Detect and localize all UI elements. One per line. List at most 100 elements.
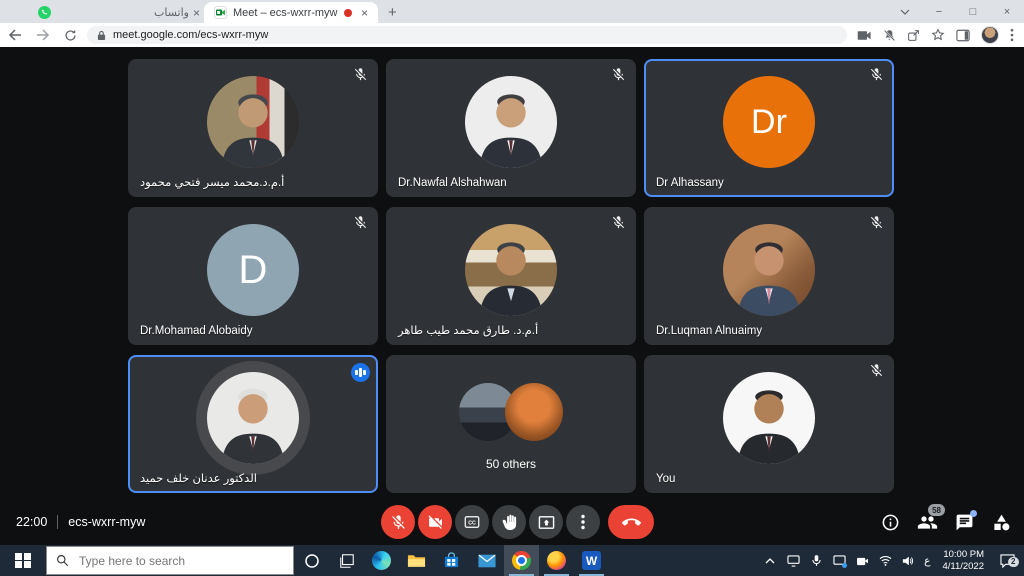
mic-muted-icon xyxy=(611,67,626,82)
action-center-button[interactable]: 2 xyxy=(996,553,1019,568)
notification-count-badge: 2 xyxy=(1007,556,1019,567)
tab-meet[interactable]: Meet – ecs-wxrr-myw × xyxy=(204,2,378,23)
firefox-icon xyxy=(547,551,566,570)
activities-button[interactable] xyxy=(990,511,1012,533)
back-button[interactable] xyxy=(8,29,22,41)
meet-main: أ.م.د.محمد ميسر فتحي محمود Dr.Nawfal Als… xyxy=(0,47,1024,545)
overflow-count-label: 50 others xyxy=(485,457,537,471)
minimize-button[interactable]: − xyxy=(922,6,956,18)
screen-share-icon[interactable] xyxy=(832,554,848,568)
participant-tile[interactable]: أ.م.د. طارق محمد طيب طاهر xyxy=(386,207,636,345)
leave-call-button[interactable] xyxy=(608,505,654,539)
close-tab-icon[interactable]: × xyxy=(189,7,204,19)
edge-icon xyxy=(372,551,391,570)
meet-controls-bar: 22:00 ecs-wxrr-myw CC 58 xyxy=(0,499,1024,545)
chat-button[interactable] xyxy=(953,510,977,533)
profile-avatar[interactable] xyxy=(981,26,999,44)
avatar xyxy=(465,224,557,317)
close-window-button[interactable]: × xyxy=(990,6,1024,18)
overflow-tile[interactable]: 50 others xyxy=(386,355,636,493)
meeting-details-button[interactable] xyxy=(879,511,901,533)
display-icon[interactable] xyxy=(786,554,800,568)
participant-name: You xyxy=(656,473,676,485)
browser-menu-icon[interactable] xyxy=(1010,28,1014,42)
desktop: واتساب × Meet – ecs-wxrr-myw × + − □ × m… xyxy=(0,0,1024,576)
taskbar-clock[interactable]: 10:00 PM 4/11/2022 xyxy=(942,549,984,573)
self-tile[interactable]: You xyxy=(644,355,894,493)
camera-in-use-icon[interactable] xyxy=(857,30,872,41)
side-panel-icon[interactable] xyxy=(956,29,970,42)
mail-button[interactable] xyxy=(469,545,504,576)
word-icon: W xyxy=(582,551,601,570)
participant-grid: أ.م.د.محمد ميسر فتحي محمود Dr.Nawfal Als… xyxy=(128,59,894,493)
word-button[interactable]: W xyxy=(574,545,609,576)
chevron-up-icon[interactable] xyxy=(763,554,777,568)
share-icon[interactable] xyxy=(907,29,920,42)
participant-tile[interactable]: Dr.Luqman Alnuaimy xyxy=(644,207,894,345)
bookmark-star-icon[interactable] xyxy=(931,28,945,42)
participant-name: Dr.Luqman Alnuaimy xyxy=(656,325,763,337)
chrome-icon xyxy=(512,551,531,570)
forward-button[interactable] xyxy=(36,29,50,41)
wifi-icon[interactable] xyxy=(878,554,892,568)
participant-tile[interactable]: Dr Dr Alhassany xyxy=(644,59,894,197)
mic-muted-icon xyxy=(869,215,884,230)
camera-toggle-button[interactable] xyxy=(418,505,452,539)
participant-name: Dr Alhassany xyxy=(656,177,724,189)
windows-logo-icon xyxy=(15,552,31,569)
avatar xyxy=(207,76,299,169)
more-options-button[interactable] xyxy=(566,505,600,539)
clock-time: 10:00 PM xyxy=(943,548,984,560)
tab-whatsapp[interactable]: واتساب × xyxy=(0,2,204,23)
address-bar[interactable]: meet.google.com/ecs-wxrr-myw xyxy=(87,26,847,44)
clock-date: 4/11/2022 xyxy=(942,560,984,572)
window-controls: − □ × xyxy=(888,0,1024,23)
participant-name: الدكتور عدنان خلف حميد xyxy=(140,473,257,485)
captions-button[interactable]: CC xyxy=(455,505,489,539)
language-indicator[interactable]: ع xyxy=(924,555,930,567)
chevron-down-icon[interactable] xyxy=(888,9,922,15)
people-button[interactable]: 58 xyxy=(916,504,945,533)
avatar xyxy=(465,76,557,169)
task-view-button[interactable] xyxy=(329,545,364,576)
store-button[interactable] xyxy=(434,545,469,576)
meeting-code: ecs-wxrr-myw xyxy=(68,515,146,529)
participant-tile[interactable]: Dr.Nawfal Alshahwan xyxy=(386,59,636,197)
camera-icon[interactable] xyxy=(855,554,869,568)
mic-muted-icon xyxy=(869,67,884,82)
firefox-button[interactable] xyxy=(539,545,574,576)
mail-icon xyxy=(477,554,496,567)
reload-button[interactable] xyxy=(64,29,77,42)
maximize-button[interactable]: □ xyxy=(956,6,990,18)
participant-tile[interactable]: أ.م.د.محمد ميسر فتحي محمود xyxy=(128,59,378,197)
close-tab-icon[interactable]: × xyxy=(357,7,372,19)
avatar-initials: D xyxy=(207,224,299,317)
windows-taskbar: W ع 10:00 PM 4/11/2022 2 xyxy=(0,545,1024,576)
new-tab-button[interactable]: + xyxy=(378,2,407,23)
start-button[interactable] xyxy=(0,545,46,576)
browser-navbar: meet.google.com/ecs-wxrr-myw xyxy=(0,23,1024,47)
whatsapp-icon xyxy=(38,6,51,19)
cortana-button[interactable] xyxy=(294,545,329,576)
participant-name: أ.م.د. طارق محمد طيب طاهر xyxy=(398,325,539,337)
audio-level-icon xyxy=(351,363,370,382)
notifications-blocked-icon[interactable] xyxy=(883,29,896,42)
search-icon xyxy=(56,554,69,567)
chrome-button[interactable] xyxy=(504,545,539,576)
participant-tile[interactable]: D Dr.Mohamad Alobaidy xyxy=(128,207,378,345)
avatar xyxy=(723,372,815,465)
edge-button[interactable] xyxy=(364,545,399,576)
tab-title: Meet – ecs-wxrr-myw xyxy=(233,6,338,19)
microphone-icon[interactable] xyxy=(809,554,823,568)
search-input[interactable] xyxy=(77,552,284,569)
mic-toggle-button[interactable] xyxy=(381,505,415,539)
raise-hand-button[interactable] xyxy=(492,505,526,539)
lock-icon xyxy=(97,30,106,41)
volume-icon[interactable] xyxy=(901,554,915,568)
taskbar-search[interactable] xyxy=(46,546,294,575)
divider xyxy=(57,515,59,529)
meet-icon xyxy=(214,6,227,19)
file-explorer-button[interactable] xyxy=(399,545,434,576)
participant-tile-speaking[interactable]: الدكتور عدنان خلف حميد xyxy=(128,355,378,493)
present-screen-button[interactable] xyxy=(529,505,563,539)
